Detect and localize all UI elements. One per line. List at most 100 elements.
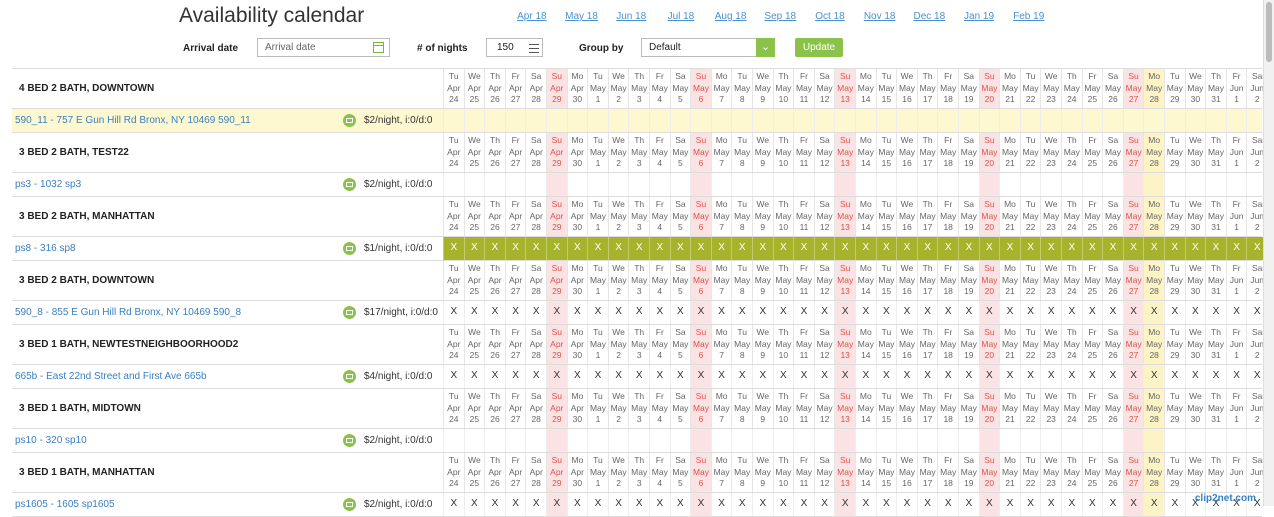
availability-cell[interactable]: X (504, 365, 526, 388)
update-button[interactable]: Update (795, 38, 843, 57)
availability-cell[interactable]: X (463, 237, 485, 260)
month-link[interactable]: Feb 19 (1004, 11, 1054, 22)
availability-cell[interactable]: X (731, 365, 752, 388)
availability-cell[interactable]: X (566, 493, 588, 516)
availability-cell[interactable]: X (958, 493, 979, 516)
availability-cell[interactable]: X (669, 237, 691, 260)
availability-cell[interactable] (1040, 429, 1061, 452)
availability-cell[interactable]: X (937, 237, 958, 260)
availability-cell[interactable] (525, 173, 546, 196)
availability-cell[interactable] (916, 109, 938, 132)
availability-cell[interactable]: X (484, 365, 505, 388)
availability-cell[interactable]: X (1081, 237, 1103, 260)
availability-cell[interactable]: X (690, 301, 711, 324)
month-link[interactable]: Jul 18 (656, 11, 706, 22)
availability-cell[interactable] (834, 109, 855, 132)
availability-cell[interactable] (834, 429, 855, 452)
availability-cell[interactable] (855, 109, 876, 132)
availability-cell[interactable]: X (1040, 237, 1061, 260)
availability-cell[interactable] (587, 429, 608, 452)
availability-cell[interactable] (463, 173, 485, 196)
availability-cell[interactable] (978, 173, 1000, 196)
availability-cell[interactable] (978, 109, 1000, 132)
availability-cell[interactable] (649, 109, 670, 132)
availability-cell[interactable]: X (958, 237, 979, 260)
arrival-date-input[interactable]: Arrival date (257, 38, 390, 57)
availability-cell[interactable] (525, 109, 546, 132)
chevron-down-icon[interactable]: ⌄ (756, 38, 775, 57)
availability-cell[interactable] (566, 173, 588, 196)
availability-cell[interactable]: X (1184, 237, 1206, 260)
availability-cell[interactable] (484, 173, 505, 196)
availability-cell[interactable]: X (958, 365, 979, 388)
availability-cell[interactable]: X (587, 237, 608, 260)
property-link[interactable]: 590_11 - 757 E Gun Hill Rd Bronx, NY 104… (15, 109, 251, 132)
mail-icon[interactable] (343, 434, 356, 447)
availability-cell[interactable]: X (1143, 301, 1164, 324)
availability-cell[interactable]: X (504, 301, 526, 324)
availability-cell[interactable] (813, 173, 835, 196)
mail-icon[interactable] (343, 498, 356, 511)
availability-cell[interactable]: X (1040, 493, 1061, 516)
availability-cell[interactable] (690, 173, 711, 196)
availability-cell[interactable] (504, 429, 526, 452)
availability-cell[interactable]: X (1122, 365, 1144, 388)
availability-cell[interactable] (1040, 173, 1061, 196)
availability-cell[interactable]: X (1019, 237, 1041, 260)
availability-cell[interactable] (958, 173, 979, 196)
availability-cell[interactable]: X (525, 493, 546, 516)
availability-cell[interactable]: X (587, 493, 608, 516)
availability-cell[interactable]: X (669, 493, 691, 516)
month-link[interactable]: May 18 (557, 11, 607, 22)
availability-cell[interactable] (1019, 109, 1041, 132)
availability-cell[interactable]: X (443, 301, 464, 324)
availability-cell[interactable]: X (772, 365, 794, 388)
availability-cell[interactable]: X (669, 365, 691, 388)
availability-cell[interactable]: X (1184, 301, 1206, 324)
availability-cell[interactable] (669, 429, 691, 452)
availability-cell[interactable]: X (710, 365, 732, 388)
availability-cell[interactable] (546, 429, 567, 452)
availability-cell[interactable] (566, 109, 588, 132)
availability-cell[interactable]: X (916, 365, 938, 388)
availability-cell[interactable]: X (566, 301, 588, 324)
availability-cell[interactable]: X (463, 493, 485, 516)
availability-cell[interactable]: X (443, 365, 464, 388)
availability-cell[interactable]: X (855, 301, 876, 324)
availability-cell[interactable]: X (669, 301, 691, 324)
availability-cell[interactable]: X (937, 493, 958, 516)
availability-cell[interactable] (978, 429, 1000, 452)
availability-cell[interactable]: X (978, 237, 1000, 260)
availability-cell[interactable] (546, 173, 567, 196)
availability-cell[interactable] (1019, 429, 1041, 452)
month-link[interactable]: Aug 18 (706, 11, 756, 22)
availability-cell[interactable]: X (813, 493, 835, 516)
availability-cell[interactable] (958, 429, 979, 452)
availability-cell[interactable]: X (1164, 365, 1185, 388)
availability-cell[interactable] (731, 173, 752, 196)
availability-cell[interactable]: X (566, 237, 588, 260)
month-link[interactable]: Oct 18 (805, 11, 855, 22)
availability-cell[interactable] (690, 429, 711, 452)
availability-cell[interactable]: X (628, 237, 649, 260)
availability-cell[interactable] (896, 109, 917, 132)
availability-cell[interactable]: X (463, 301, 485, 324)
availability-cell[interactable]: X (1205, 237, 1226, 260)
availability-cell[interactable]: X (1225, 365, 1247, 388)
availability-cell[interactable]: X (1205, 365, 1226, 388)
availability-cell[interactable]: X (772, 301, 794, 324)
availability-cell[interactable] (628, 173, 649, 196)
availability-cell[interactable]: X (793, 365, 814, 388)
availability-cell[interactable]: X (649, 237, 670, 260)
availability-cell[interactable]: X (1122, 493, 1144, 516)
calendar-icon[interactable] (373, 42, 384, 53)
availability-cell[interactable]: X (710, 493, 732, 516)
availability-cell[interactable] (813, 429, 835, 452)
availability-cell[interactable]: X (731, 237, 752, 260)
availability-cell[interactable] (1102, 429, 1123, 452)
availability-cell[interactable]: X (834, 493, 855, 516)
availability-cell[interactable]: X (896, 237, 917, 260)
availability-cell[interactable]: X (1225, 301, 1247, 324)
availability-cell[interactable]: X (1225, 237, 1247, 260)
availability-cell[interactable]: X (1102, 365, 1123, 388)
